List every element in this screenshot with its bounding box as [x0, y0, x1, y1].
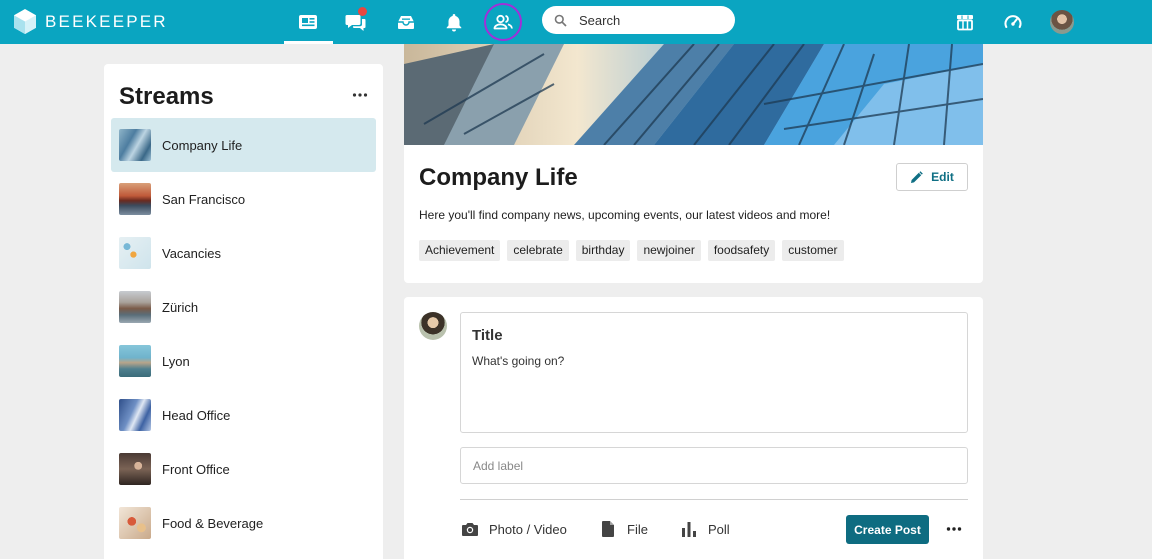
tag-chip[interactable]: birthday [575, 240, 631, 261]
beekeeper-logo-icon [14, 9, 36, 34]
edit-stream-button[interactable]: Edit [896, 163, 968, 191]
bar-chart-icon [682, 522, 696, 537]
post-text-area[interactable]: Title What's going on? [460, 312, 968, 433]
user-avatar[interactable] [1050, 10, 1074, 34]
beekeeper-logo[interactable]: BEEKEEPER [14, 9, 168, 34]
apps-store-icon [957, 15, 973, 31]
photo-video-label: Photo / Video [489, 521, 567, 537]
stream-header-card: Company Life Edit Here you'll find compa… [404, 44, 983, 283]
file-icon [602, 521, 614, 537]
stream-thumbnail [119, 183, 151, 215]
more-options-icon[interactable] [944, 521, 964, 537]
composer-divider [460, 499, 968, 500]
photo-video-button[interactable]: Photo / Video [461, 520, 567, 538]
pencil-icon [911, 170, 923, 183]
inbox-icon [398, 16, 414, 29]
tag-chip[interactable]: customer [782, 240, 844, 261]
streams-title: Streams [119, 83, 214, 110]
stream-item-head-office[interactable]: Head Office [111, 388, 376, 442]
stream-label: Lyon [162, 353, 190, 369]
create-post-button[interactable]: Create Post [846, 515, 929, 544]
stream-thumbnail [119, 129, 151, 161]
tag-chip[interactable]: Achievement [419, 240, 501, 261]
stream-item-food-beverage[interactable]: Food & Beverage [111, 496, 376, 550]
more-options-icon[interactable] [348, 86, 372, 104]
edit-label: Edit [931, 170, 954, 184]
stream-label: Food & Beverage [162, 515, 264, 531]
stream-item-zurich[interactable]: Zürich [111, 280, 376, 334]
stream-thumbnail [119, 507, 151, 539]
streams-panel: Streams Company Life San Francisco Vacan… [104, 64, 383, 559]
stream-label: Front Office [162, 461, 230, 477]
stream-label: Zürich [162, 299, 199, 315]
search-icon [554, 14, 567, 27]
stream-thumbnail [119, 399, 151, 431]
stream-thumbnail [119, 345, 151, 377]
stream-label: Head Office [162, 407, 231, 423]
nav-notifications[interactable] [434, 0, 474, 44]
nav-active-indicator [284, 41, 333, 44]
post-title-field[interactable]: Title [472, 327, 503, 344]
search-bar[interactable] [542, 6, 735, 34]
add-label-input[interactable] [473, 458, 873, 473]
poll-button[interactable]: Poll [680, 520, 730, 538]
stream-cover-image [404, 44, 983, 146]
search-input[interactable] [579, 12, 719, 28]
tag-chip[interactable]: foodsafety [707, 240, 776, 261]
file-label: File [627, 521, 648, 537]
camera-icon [462, 523, 478, 536]
stream-item-company-life[interactable]: Company Life [111, 118, 376, 172]
stream-label: Vacancies [162, 245, 222, 261]
nav-app-store[interactable] [945, 0, 985, 44]
stream-thumbnail [119, 453, 151, 485]
stream-thumbnail [119, 237, 151, 269]
chat-notification-badge [358, 7, 367, 16]
post-body-field[interactable]: What's going on? [472, 354, 564, 368]
stream-thumbnail [119, 291, 151, 323]
stream-tags: Achievement celebrate birthday newjoiner… [419, 240, 844, 261]
highlight-ring [484, 3, 522, 41]
add-label-field[interactable] [460, 447, 968, 484]
nav-dashboard[interactable] [993, 0, 1033, 44]
nav-chats[interactable] [336, 0, 376, 44]
stream-label: Company Life [162, 137, 243, 153]
nav-news-feed[interactable] [288, 0, 328, 44]
tag-chip[interactable]: newjoiner [637, 240, 701, 261]
top-navigation-bar: BEEKEEPER [0, 0, 1152, 44]
stream-item-san-francisco[interactable]: San Francisco [111, 172, 376, 226]
stream-item-front-office[interactable]: Front Office [111, 442, 376, 496]
poll-label: Poll [708, 521, 730, 537]
bell-icon [446, 14, 462, 32]
author-avatar [419, 312, 447, 340]
tag-chip[interactable]: celebrate [507, 240, 569, 261]
news-feed-icon [299, 15, 317, 29]
dashboard-gauge-icon [1004, 15, 1022, 28]
file-button[interactable]: File [599, 520, 648, 538]
brand-name: BEEKEEPER [45, 11, 168, 31]
stream-name-heading: Company Life [419, 164, 578, 191]
stream-label: San Francisco [162, 191, 246, 207]
post-composer: Title What's going on? Photo / Video Fil… [404, 297, 983, 559]
stream-item-lyon[interactable]: Lyon [111, 334, 376, 388]
stream-item-vacancies[interactable]: Vacancies [111, 226, 376, 280]
stream-description: Here you'll find company news, upcoming … [419, 208, 831, 222]
nav-inbox[interactable] [386, 0, 426, 44]
